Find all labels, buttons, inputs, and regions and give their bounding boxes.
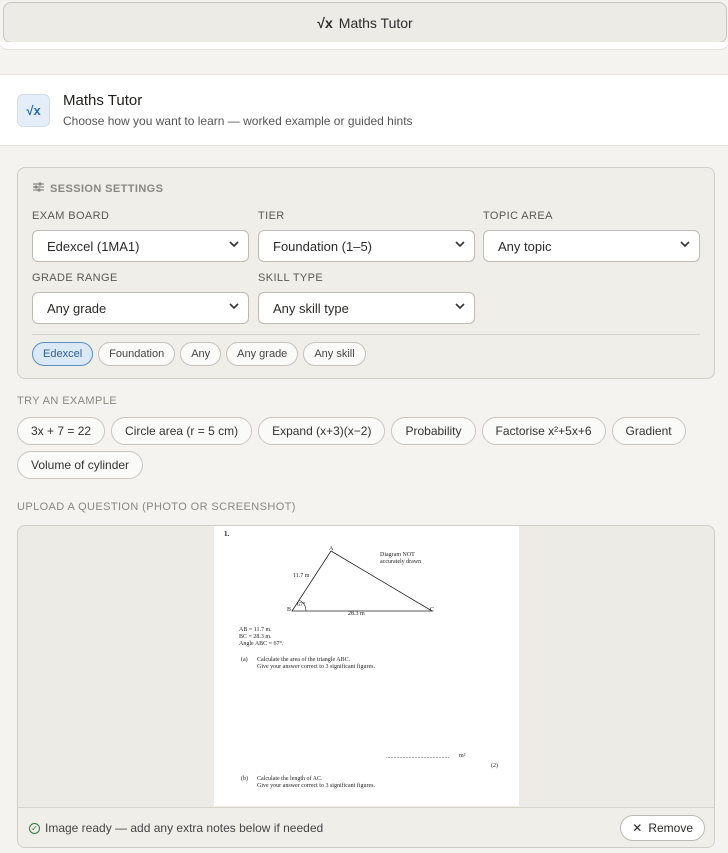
- part-b-instruction: Give your answer correct to 3 significan…: [257, 783, 375, 789]
- example-chip[interactable]: Gradient: [611, 417, 686, 445]
- part-a-text: Calculate the area of the triangle ABC.: [257, 657, 351, 663]
- example-chip[interactable]: Factorise x²+5x+6: [481, 417, 606, 445]
- angle-label: 67°: [297, 602, 306, 608]
- marks-label: (2): [491, 763, 498, 769]
- remove-image-button[interactable]: ✕ Remove: [620, 815, 705, 841]
- upload-status: ✓ Image ready — add any extra notes belo…: [29, 821, 323, 835]
- part-a-instruction: Give your answer correct to 3 significan…: [257, 664, 375, 670]
- answer-unit: m²: [459, 753, 466, 759]
- vertex-a: A: [329, 546, 334, 552]
- summary-chip-skill[interactable]: Any skill: [303, 342, 366, 366]
- exam-board-select[interactable]: Edexcel (1MA1): [32, 230, 249, 262]
- title-bar-underlay: [0, 42, 728, 50]
- summary-chip-grade[interactable]: Any grade: [226, 342, 299, 366]
- header-title: Maths Tutor: [63, 92, 143, 109]
- settings-divider: [32, 334, 700, 335]
- diagram-note-2: accurately drawn: [380, 559, 422, 565]
- part-b-text: Calculate the length of AC.: [257, 776, 323, 782]
- session-settings-panel: SESSION SETTINGS EXAM BOARD Edexcel (1MA…: [17, 167, 715, 379]
- chevron-down-icon: [229, 239, 239, 252]
- chevron-down-icon: [455, 239, 465, 252]
- sqrt-x-icon: √x: [317, 14, 333, 31]
- given-bc: BC = 28.3 m.: [239, 634, 272, 640]
- given-ab: AB = 11.7 m.: [239, 627, 272, 633]
- chevron-down-icon: [455, 301, 465, 314]
- answer-line: ........................................…: [386, 754, 449, 760]
- session-settings-title: SESSION SETTINGS: [33, 182, 163, 195]
- topic-area-label: TOPIC AREA: [483, 210, 553, 222]
- tier-label: TIER: [258, 210, 285, 222]
- grade-range-label: GRADE RANGE: [32, 272, 118, 284]
- summary-chip-exam-board[interactable]: Edexcel: [32, 342, 94, 366]
- skill-type-label: SKILL TYPE: [258, 272, 324, 284]
- app-title: Maths Tutor: [338, 14, 413, 31]
- part-b-label: (b): [241, 776, 248, 782]
- grade-range-select[interactable]: Any grade: [32, 292, 249, 324]
- uploaded-question-image: 1. Diagram NOT accurately drawn A B C 11…: [214, 526, 519, 806]
- example-chips: 3x + 7 = 22 Circle area (r = 5 cm) Expan…: [17, 417, 717, 479]
- sqrt-x-logo-icon: √x: [17, 94, 50, 127]
- close-icon: ✕: [632, 821, 643, 835]
- upload-dropzone[interactable]: 1. Diagram NOT accurately drawn A B C 11…: [17, 525, 715, 848]
- header-subtitle: Choose how you want to learn — worked ex…: [63, 114, 413, 128]
- question-number: 1.: [224, 530, 230, 538]
- part-a-label: (a): [241, 657, 248, 663]
- exam-board-label: EXAM BOARD: [32, 210, 110, 222]
- summary-chip-tier[interactable]: Foundation: [98, 342, 176, 366]
- settings-summary-chips: Edexcel Foundation Any Any grade Any ski…: [32, 342, 366, 366]
- example-chip[interactable]: 3x + 7 = 22: [17, 417, 106, 445]
- sliders-icon: [33, 182, 44, 195]
- skill-type-select[interactable]: Any skill type: [258, 292, 475, 324]
- side-bc-label: 28.3 m: [348, 611, 365, 617]
- chevron-down-icon: [680, 239, 690, 252]
- diagram-note: Diagram NOT: [380, 552, 415, 558]
- example-chip[interactable]: Expand (x+3)(x−2): [258, 417, 386, 445]
- side-ab-label: 11.7 m: [293, 573, 310, 579]
- check-circle-icon: ✓: [29, 822, 40, 834]
- given-angle: Angle ABC = 67°.: [239, 641, 284, 647]
- vertex-c: C: [430, 607, 435, 613]
- tutor-header: √x Maths Tutor Choose how you want to le…: [0, 74, 728, 146]
- upload-footer: ✓ Image ready — add any extra notes belo…: [18, 807, 714, 847]
- vertex-b: B: [287, 607, 292, 613]
- tier-select[interactable]: Foundation (1–5): [258, 230, 475, 262]
- examples-heading: TRY AN EXAMPLE: [17, 395, 117, 407]
- app-title-bar[interactable]: √x Maths Tutor: [3, 2, 727, 43]
- example-chip[interactable]: Probability: [391, 417, 476, 445]
- chevron-down-icon: [229, 301, 239, 314]
- example-chip[interactable]: Circle area (r = 5 cm): [111, 417, 253, 445]
- topic-area-select[interactable]: Any topic: [483, 230, 700, 262]
- upload-heading: UPLOAD A QUESTION (PHOTO OR SCREENSHOT): [17, 501, 296, 513]
- summary-chip-topic[interactable]: Any: [180, 342, 222, 366]
- example-chip[interactable]: Volume of cylinder: [17, 451, 144, 479]
